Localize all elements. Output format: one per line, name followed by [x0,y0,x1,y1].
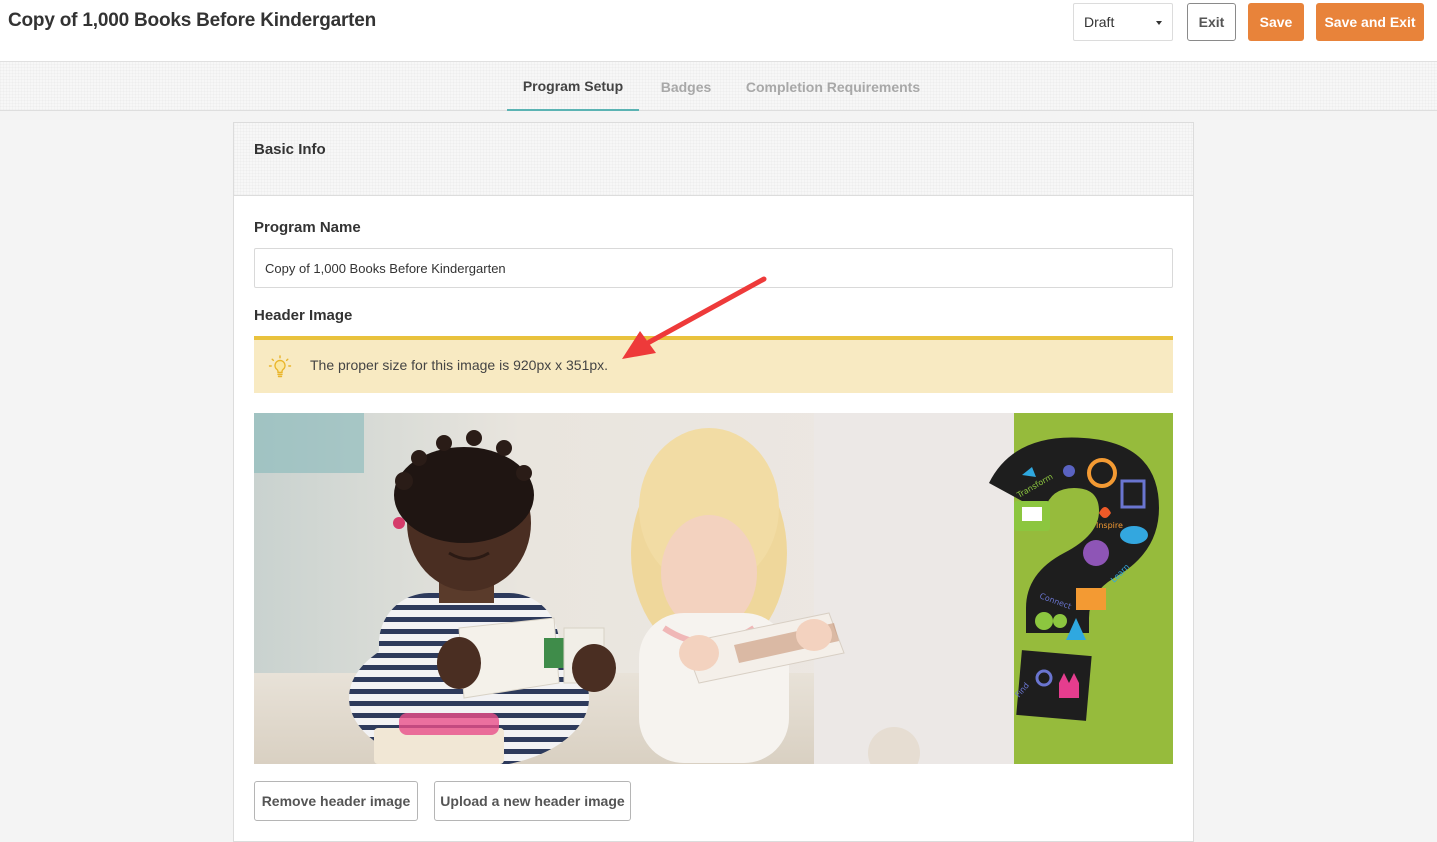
save-button[interactable]: Save [1248,3,1304,41]
lightbulb-icon [268,355,292,378]
tab-bar: Program Setup Badges Completion Requirem… [0,62,1437,111]
banner-word-inspire: Inspire [1096,521,1123,530]
basic-info-card: Basic Info Program Name Header Image The… [233,122,1194,842]
top-header: Copy of 1,000 Books Before Kindergarten … [0,0,1437,62]
header-image-preview: Transform Inspire Connect Learn Find [254,413,1173,764]
card-title: Basic Info [254,141,326,158]
status-select-value: Draft [1084,14,1115,30]
tab-completion-requirements[interactable]: Completion Requirements [736,62,930,111]
image-size-tip: The proper size for this image is 920px … [254,336,1173,393]
header-image-label: Header Image [254,307,353,324]
caret-down-icon [1156,21,1162,25]
card-header: Basic Info [234,123,1193,196]
tab-program-setup[interactable]: Program Setup [507,62,639,111]
save-and-exit-button[interactable]: Save and Exit [1316,3,1424,41]
exit-button[interactable]: Exit [1187,3,1236,41]
page-title: Copy of 1,000 Books Before Kindergarten [8,10,377,31]
header-image-illustration: Transform Inspire Connect Learn Find [254,413,1173,764]
program-name-input[interactable] [254,248,1173,288]
tab-badges[interactable]: Badges [648,62,724,111]
status-select[interactable]: Draft [1073,3,1173,41]
tip-text: The proper size for this image is 920px … [310,357,609,373]
program-name-label: Program Name [254,219,361,236]
upload-header-image-button[interactable]: Upload a new header image [434,781,631,821]
remove-header-image-button[interactable]: Remove header image [254,781,418,821]
